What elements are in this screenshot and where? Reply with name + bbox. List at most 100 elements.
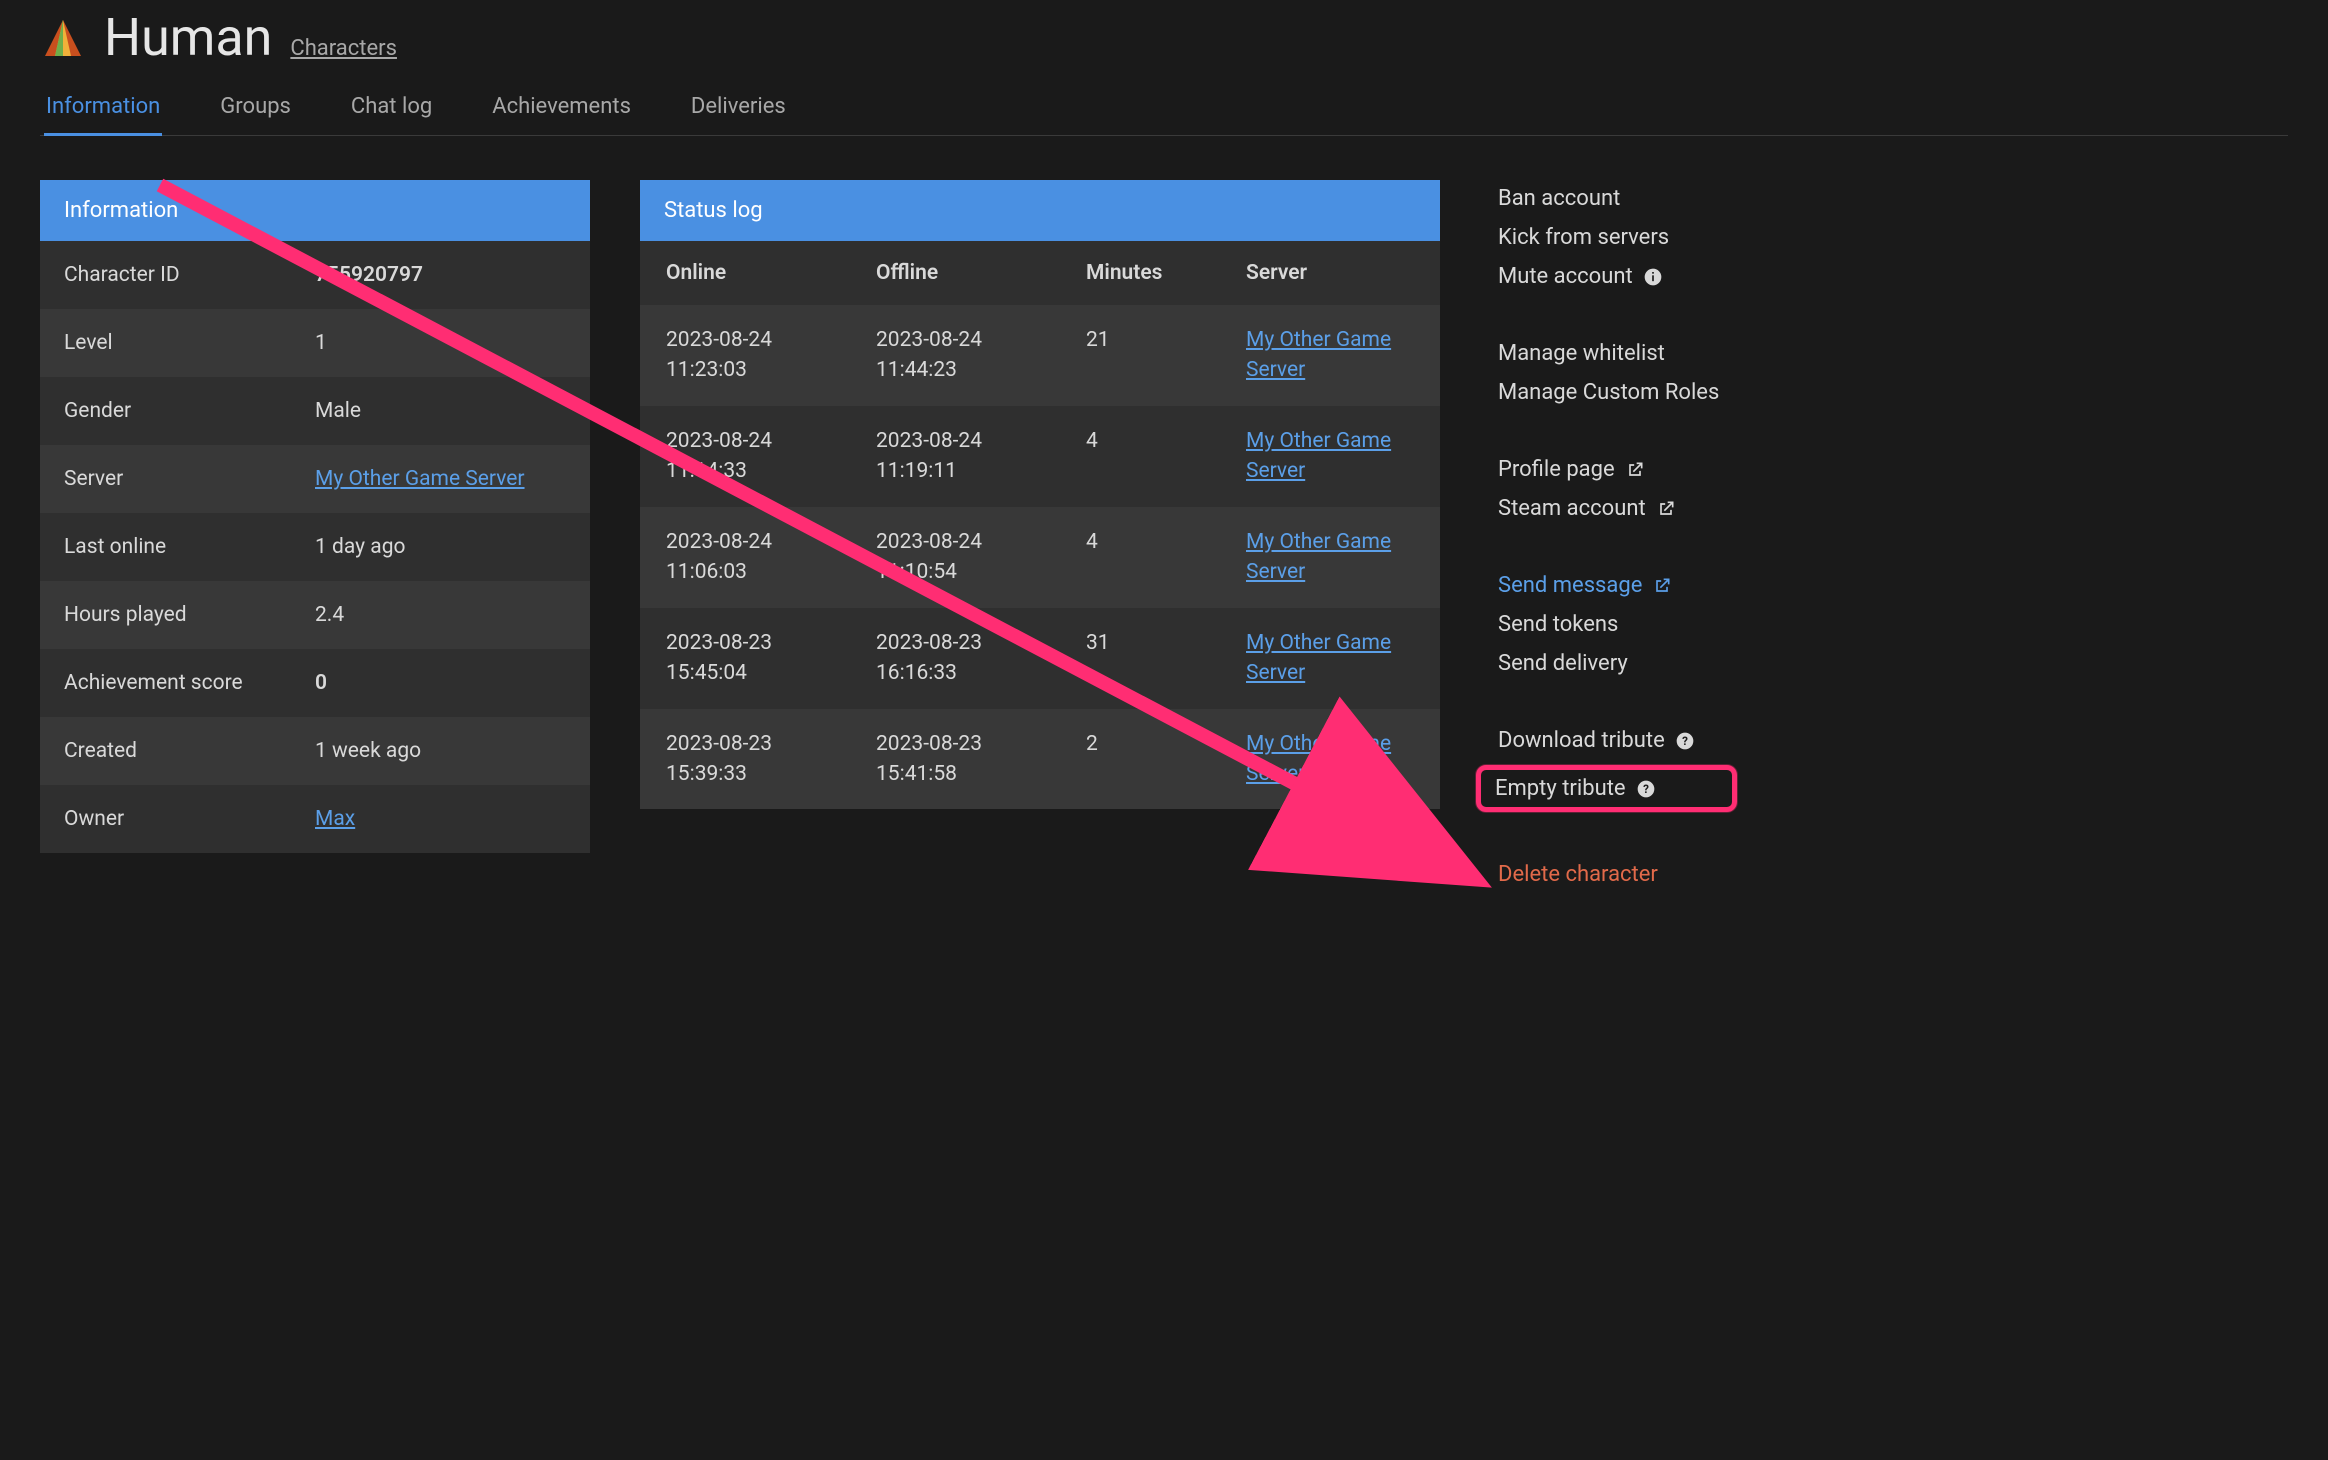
info-label: Owner xyxy=(64,807,315,831)
question-circle-icon: ? xyxy=(1675,731,1695,751)
info-value: 2.4 xyxy=(315,603,566,627)
send-message-action[interactable]: Send message xyxy=(1490,571,1727,600)
status-server: My Other Game Server xyxy=(1246,325,1414,386)
info-label: Created xyxy=(64,739,315,763)
info-row: Last online1 day ago xyxy=(40,513,590,581)
ark-logo-icon xyxy=(40,15,86,61)
mute-account-label: Mute account xyxy=(1498,264,1633,289)
info-row: Level1 xyxy=(40,309,590,377)
status-log-panel: Status log Online Offline Minutes Server… xyxy=(640,180,1440,809)
status-row: 2023-08-24 11:14:332023-08-24 11:19:114M… xyxy=(640,406,1440,507)
status-server-link[interactable]: My Other Game Server xyxy=(1246,328,1391,382)
page-title: Human xyxy=(104,12,272,64)
information-panel: Information Character ID755920797Level1G… xyxy=(40,180,590,853)
status-row: 2023-08-24 11:06:032023-08-24 11:10:544M… xyxy=(640,507,1440,608)
info-label: Character ID xyxy=(64,263,315,287)
header: Human Characters xyxy=(40,12,2288,64)
actions-sidebar: Ban account Kick from servers Mute accou… xyxy=(1490,180,1727,889)
info-label: Server xyxy=(64,467,315,491)
manage-whitelist-action[interactable]: Manage whitelist xyxy=(1490,339,1727,368)
status-server-link[interactable]: My Other Game Server xyxy=(1246,631,1391,685)
status-offline: 2023-08-24 11:44:23 xyxy=(876,325,1086,386)
column-offline: Offline xyxy=(876,261,1086,285)
status-offline: 2023-08-23 16:16:33 xyxy=(876,628,1086,689)
ban-account-action[interactable]: Ban account xyxy=(1490,184,1727,213)
empty-tribute-label: Empty tribute xyxy=(1495,776,1626,801)
kick-from-servers-label: Kick from servers xyxy=(1498,225,1669,250)
download-tribute-label: Download tribute xyxy=(1498,728,1665,753)
tabs: Information Groups Chat log Achievements Del… xyxy=(40,86,2288,136)
status-row: 2023-08-24 11:23:032023-08-24 11:44:2321… xyxy=(640,305,1440,406)
steam-account-action[interactable]: Steam account xyxy=(1490,494,1727,523)
status-minutes: 31 xyxy=(1086,628,1246,689)
status-server-link[interactable]: My Other Game Server xyxy=(1246,530,1391,584)
status-online: 2023-08-24 11:14:33 xyxy=(666,426,876,487)
profile-page-label: Profile page xyxy=(1498,457,1615,482)
manage-custom-roles-action[interactable]: Manage Custom Roles xyxy=(1490,378,1727,407)
download-tribute-action[interactable]: Download tribute? xyxy=(1490,726,1727,755)
info-value: 0 xyxy=(315,671,566,695)
info-circle-icon xyxy=(1643,267,1663,287)
info-row: Hours played2.4 xyxy=(40,581,590,649)
delete-character-label: Delete character xyxy=(1498,862,1658,887)
status-server-link[interactable]: My Other Game Server xyxy=(1246,732,1391,786)
external-link-icon xyxy=(1652,576,1672,596)
status-server: My Other Game Server xyxy=(1246,426,1414,487)
status-log-panel-title: Status log xyxy=(640,180,1440,241)
info-value: Male xyxy=(315,399,566,423)
tab-achievements[interactable]: Achievements xyxy=(490,86,633,135)
send-tokens-action[interactable]: Send tokens xyxy=(1490,610,1727,639)
status-offline: 2023-08-23 15:41:58 xyxy=(876,729,1086,790)
status-minutes: 21 xyxy=(1086,325,1246,386)
external-link-icon xyxy=(1625,460,1645,480)
external-link-icon xyxy=(1656,499,1676,519)
information-panel-title: Information xyxy=(40,180,590,241)
mute-account-action[interactable]: Mute account xyxy=(1490,262,1727,291)
kick-from-servers-action[interactable]: Kick from servers xyxy=(1490,223,1727,252)
status-minutes: 2 xyxy=(1086,729,1246,790)
svg-text:?: ? xyxy=(1682,734,1688,748)
status-server: My Other Game Server xyxy=(1246,527,1414,588)
ban-account-label: Ban account xyxy=(1498,186,1620,211)
status-minutes: 4 xyxy=(1086,527,1246,588)
status-row: 2023-08-23 15:39:332023-08-23 15:41:582M… xyxy=(640,709,1440,810)
send-delivery-action[interactable]: Send delivery xyxy=(1490,649,1727,678)
info-row: ServerMy Other Game Server xyxy=(40,445,590,513)
delete-character-action[interactable]: Delete character xyxy=(1490,860,1727,889)
info-row: OwnerMax xyxy=(40,785,590,853)
info-value-link[interactable]: My Other Game Server xyxy=(315,467,525,491)
status-server-link[interactable]: My Other Game Server xyxy=(1246,429,1391,483)
info-row: Created1 week ago xyxy=(40,717,590,785)
info-label: Last online xyxy=(64,535,315,559)
status-online: 2023-08-23 15:45:04 xyxy=(666,628,876,689)
tab-deliveries[interactable]: Deliveries xyxy=(689,86,788,135)
status-log-header: Online Offline Minutes Server xyxy=(640,241,1440,305)
tab-groups[interactable]: Groups xyxy=(218,86,293,135)
svg-text:?: ? xyxy=(1643,782,1649,796)
tab-information[interactable]: Information xyxy=(44,86,162,136)
info-label: Level xyxy=(64,331,315,355)
status-online: 2023-08-24 11:23:03 xyxy=(666,325,876,386)
manage-whitelist-label: Manage whitelist xyxy=(1498,341,1665,366)
info-row: GenderMale xyxy=(40,377,590,445)
manage-custom-roles-label: Manage Custom Roles xyxy=(1498,380,1719,405)
info-value: 1 day ago xyxy=(315,535,566,559)
status-online: 2023-08-23 15:39:33 xyxy=(666,729,876,790)
send-message-label: Send message xyxy=(1498,573,1642,598)
info-value: Max xyxy=(315,807,566,831)
info-row: Achievement score0 xyxy=(40,649,590,717)
status-server: My Other Game Server xyxy=(1246,628,1414,689)
send-tokens-label: Send tokens xyxy=(1498,612,1618,637)
empty-tribute-action[interactable]: Empty tribute? xyxy=(1476,765,1737,812)
info-label: Gender xyxy=(64,399,315,423)
status-server: My Other Game Server xyxy=(1246,729,1414,790)
info-value-link[interactable]: Max xyxy=(315,807,355,831)
info-label: Achievement score xyxy=(64,671,315,695)
status-online: 2023-08-24 11:06:03 xyxy=(666,527,876,588)
question-circle-icon: ? xyxy=(1636,779,1656,799)
tab-chat-log[interactable]: Chat log xyxy=(349,86,434,135)
column-server: Server xyxy=(1246,261,1414,285)
info-value: My Other Game Server xyxy=(315,467,566,491)
breadcrumb-characters[interactable]: Characters xyxy=(290,36,397,61)
profile-page-action[interactable]: Profile page xyxy=(1490,455,1727,484)
